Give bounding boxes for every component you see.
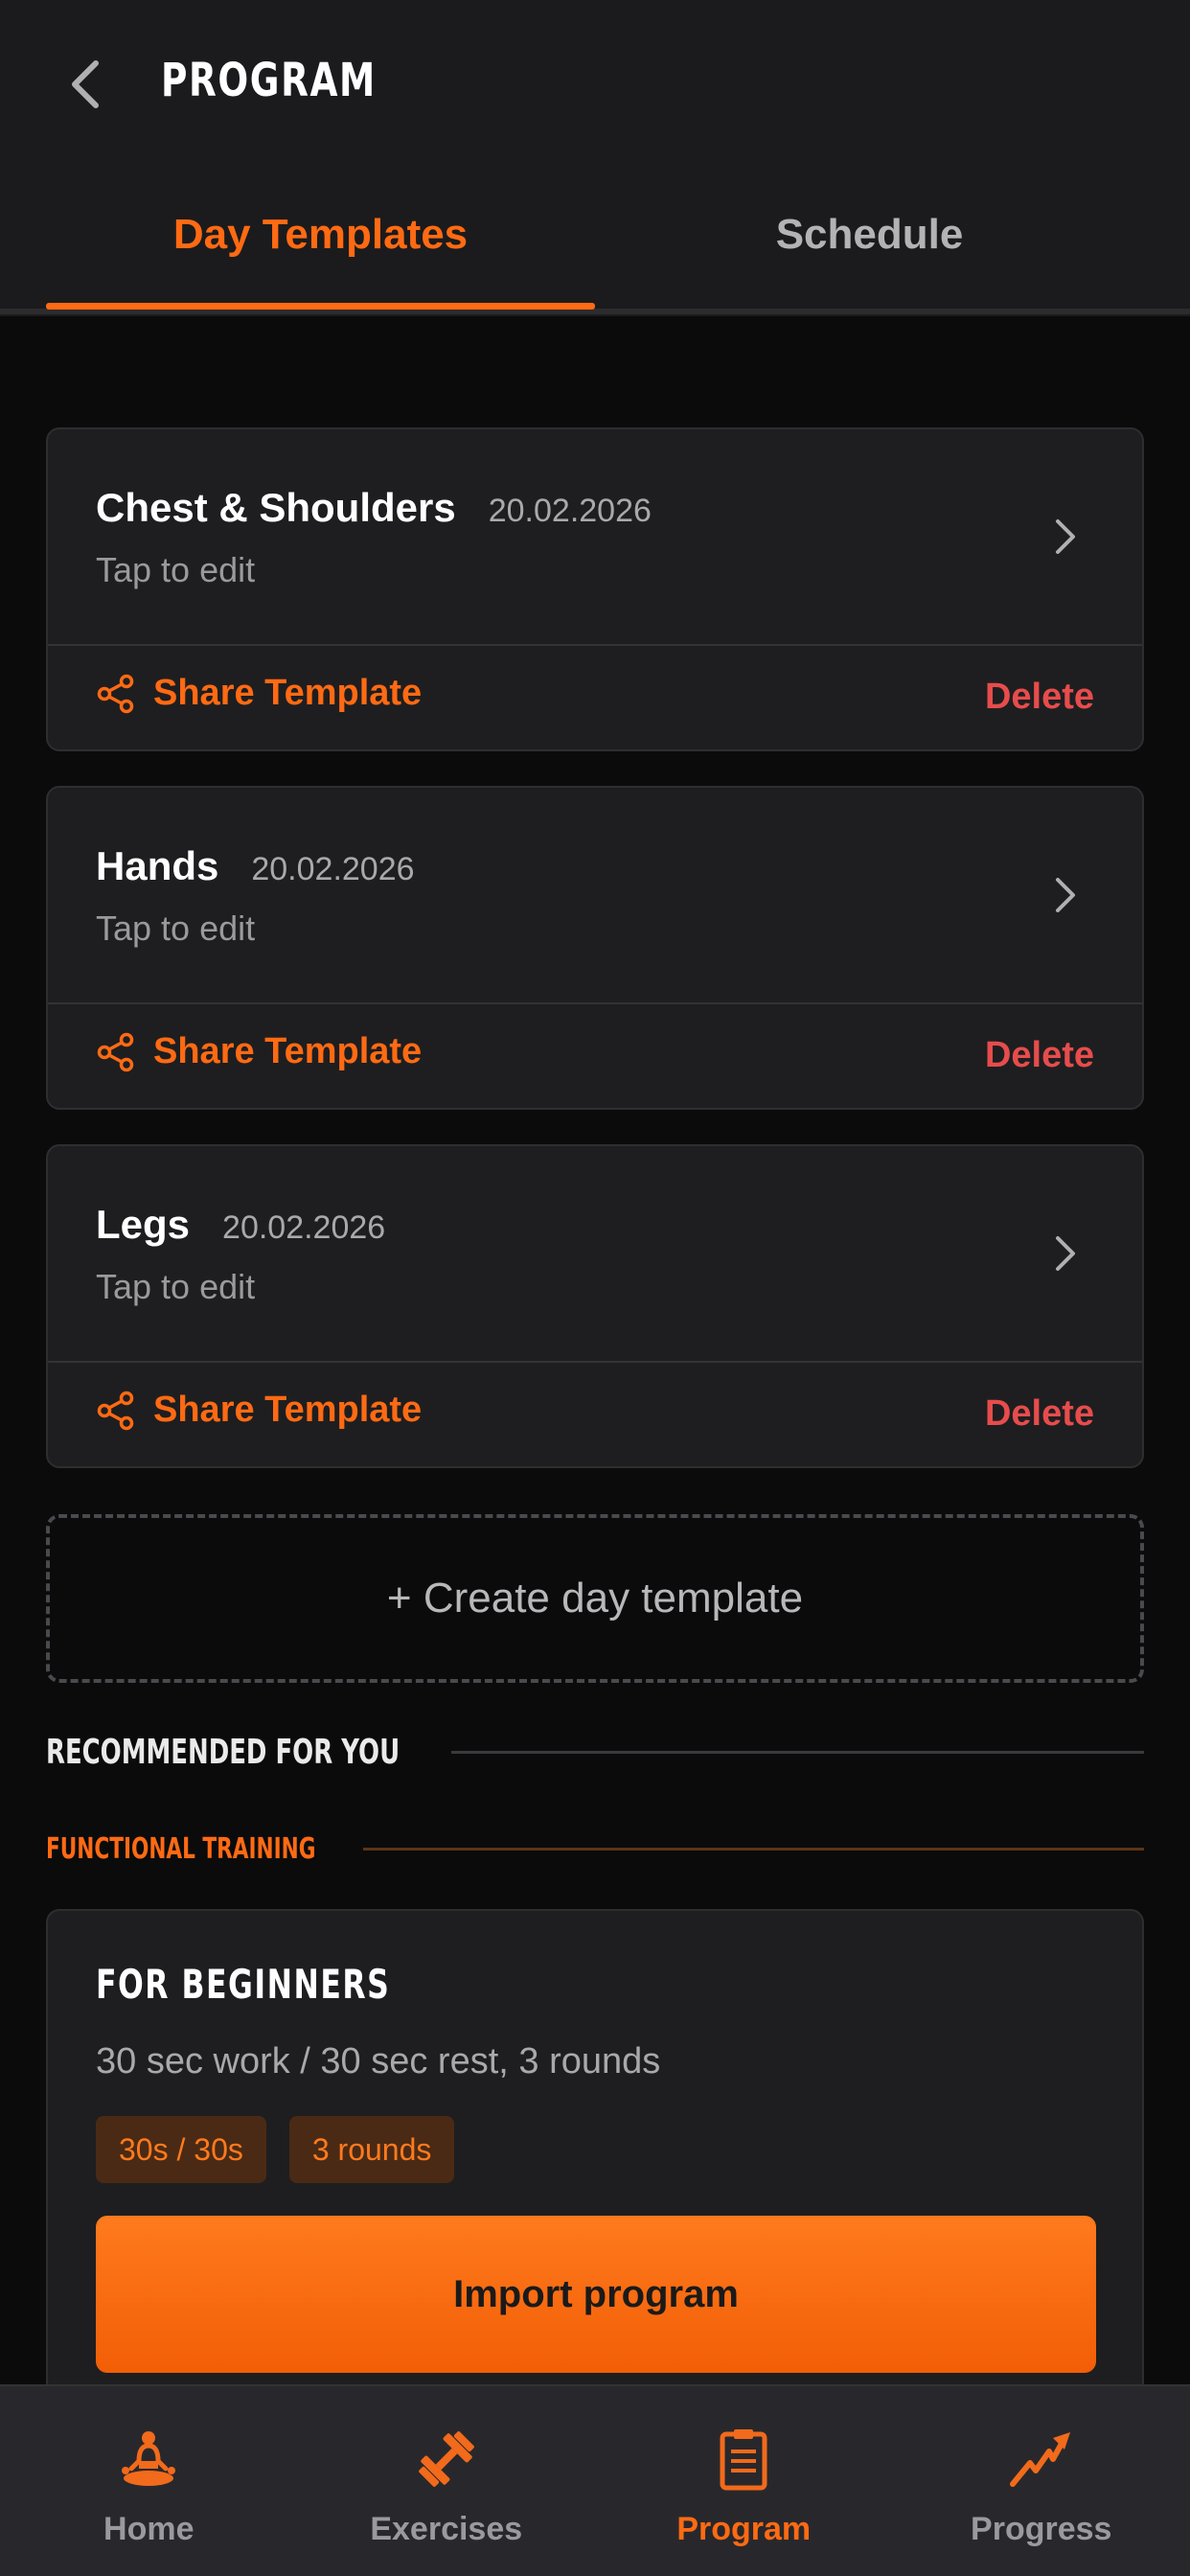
template-name-row: Legs 20.02.2026: [96, 1202, 385, 1248]
program-description: 30 sec work / 30 sec rest, 3 rounds: [96, 2041, 661, 2082]
tab-bar: Day Templates Schedule: [0, 192, 1190, 316]
recommended-heading: RECOMMENDED FOR YOU: [46, 1733, 1144, 1772]
share-template-label: Share Template: [153, 1031, 423, 1071]
import-program-button[interactable]: Import program: [96, 2216, 1096, 2373]
template-card: Hands 20.02.2026 Tap to edit Share Templa…: [46, 786, 1144, 1110]
nav-item-exercises[interactable]: Exercises: [298, 2386, 596, 2576]
program-chip: 30s / 30s: [96, 2116, 266, 2183]
template-date: 20.02.2026: [251, 851, 415, 887]
template-card: Legs 20.02.2026 Tap to edit Share Templat…: [46, 1144, 1144, 1468]
share-template-label: Share Template: [153, 1390, 423, 1430]
template-subtitle: Tap to edit: [96, 550, 256, 589]
template-subtitle: Tap to edit: [96, 1267, 256, 1306]
template-card-header[interactable]: Legs 20.02.2026 Tap to edit: [48, 1146, 1142, 1361]
trend-arrow-icon: [1003, 2421, 1080, 2497]
nav-item-progress[interactable]: Progress: [893, 2386, 1190, 2576]
share-template-button[interactable]: Share Template: [96, 673, 422, 714]
active-tab-indicator: [46, 303, 595, 310]
template-date: 20.02.2026: [222, 1209, 386, 1246]
delete-button[interactable]: Delete: [985, 1035, 1094, 1076]
template-date: 20.02.2026: [488, 493, 652, 529]
bottom-nav: Home Exercises Program Progress: [0, 2384, 1190, 2576]
back-button[interactable]: [56, 56, 113, 113]
template-name: Legs: [96, 1202, 191, 1247]
nav-item-program[interactable]: Program: [595, 2386, 893, 2576]
template-card-header[interactable]: Hands 20.02.2026 Tap to edit: [48, 788, 1142, 1002]
share-icon: [97, 674, 134, 713]
template-card-actions: Share Template Delete: [48, 646, 1142, 749]
template-card: Chest & Shoulders 20.02.2026 Tap to edit …: [46, 427, 1144, 751]
chevron-right-icon: [1056, 519, 1075, 554]
chevron-right-icon: [1056, 1236, 1075, 1271]
category-heading: FUNCTIONAL TRAINING: [46, 1832, 1144, 1866]
template-name-row: Chest & Shoulders 20.02.2026: [96, 485, 652, 531]
meditation-icon: [110, 2421, 187, 2497]
share-template-label: Share Template: [153, 673, 423, 713]
template-name: Chest & Shoulders: [96, 485, 456, 530]
app-header: PROGRAM Day Templates Schedule: [0, 0, 1190, 316]
share-template-button[interactable]: Share Template: [96, 1390, 422, 1431]
section-divider: [450, 1751, 1144, 1754]
delete-button[interactable]: Delete: [985, 677, 1094, 718]
template-card-actions: Share Template Delete: [48, 1004, 1142, 1108]
template-subtitle: Tap to edit: [96, 908, 256, 948]
share-icon: [97, 1391, 134, 1430]
clipboard-icon: [705, 2421, 782, 2497]
nav-label: Home: [103, 2511, 195, 2547]
share-template-button[interactable]: Share Template: [96, 1031, 422, 1072]
section-divider: [362, 1848, 1144, 1851]
nav-item-home[interactable]: Home: [0, 2386, 298, 2576]
tab-schedule[interactable]: Schedule: [595, 211, 1144, 259]
nav-label: Program: [676, 2511, 812, 2547]
delete-button[interactable]: Delete: [985, 1393, 1094, 1435]
program-title: FOR BEGINNERS: [96, 1961, 391, 2008]
page-title: PROGRAM: [161, 54, 377, 107]
template-card-actions: Share Template Delete: [48, 1363, 1142, 1466]
dumbbell-icon: [408, 2421, 485, 2497]
recommended-label: RECOMMENDED FOR YOU: [46, 1733, 400, 1772]
chevron-left-icon: [72, 60, 99, 108]
tab-day-templates[interactable]: Day Templates: [46, 211, 595, 259]
chevron-right-icon: [1056, 878, 1075, 912]
program-chips: 30s / 30s 3 rounds: [96, 2116, 455, 2183]
template-name-row: Hands 20.02.2026: [96, 843, 415, 889]
nav-label: Progress: [971, 2511, 1112, 2547]
create-day-template-button[interactable]: + Create day template: [46, 1514, 1144, 1683]
program-chip: 3 rounds: [288, 2116, 455, 2183]
template-card-header[interactable]: Chest & Shoulders 20.02.2026 Tap to edit: [48, 429, 1142, 644]
template-name: Hands: [96, 843, 219, 888]
nav-label: Exercises: [370, 2511, 523, 2547]
share-icon: [97, 1032, 134, 1071]
category-label: FUNCTIONAL TRAINING: [46, 1832, 316, 1866]
